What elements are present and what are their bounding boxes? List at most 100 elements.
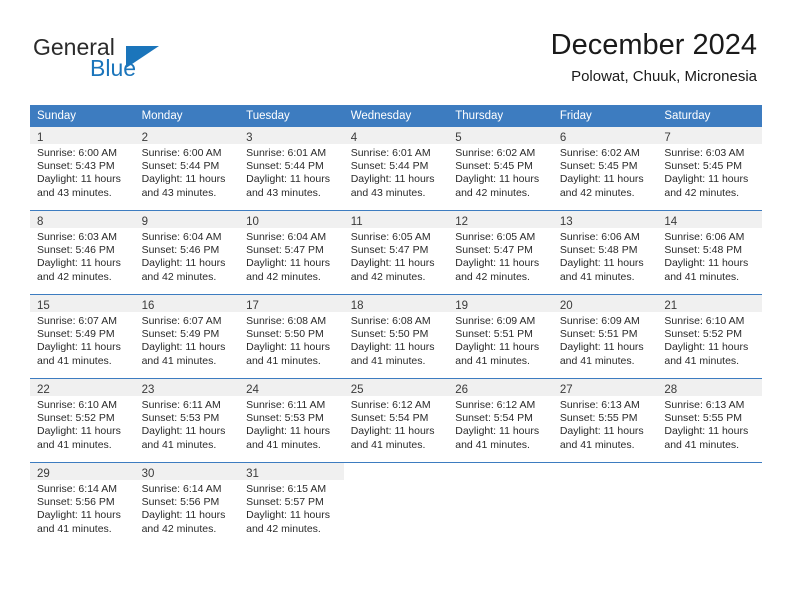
day-number-band: 4 <box>343 127 449 144</box>
day-number: 11 <box>350 216 363 228</box>
day-cell-inner: 8 Sunrise: 6:03 AM Sunset: 5:46 PM Daylig… <box>30 211 135 294</box>
calendar-day-cell[interactable]: 31 Sunrise: 6:15 AM Sunset: 5:57 PM Dayli… <box>239 462 344 546</box>
calendar-day-cell[interactable]: 27 Sunrise: 6:13 AM Sunset: 5:55 PM Dayli… <box>552 378 658 463</box>
day-number: 13 <box>559 216 573 228</box>
sun-times-text: Sunrise: 6:11 AM Sunset: 5:53 PM Dayligh… <box>141 399 226 451</box>
day-number: 29 <box>37 468 50 480</box>
day-number-band: 13 <box>552 211 658 228</box>
day-number: 8 <box>37 216 44 228</box>
calendar-day-cell[interactable]: 14 Sunrise: 6:06 AM Sunset: 5:48 PM Dayli… <box>657 210 762 295</box>
calendar-day-cell[interactable]: 25 Sunrise: 6:12 AM Sunset: 5:54 PM Dayli… <box>343 378 449 463</box>
sun-times-text: Sunrise: 6:03 AM Sunset: 5:45 PM Dayligh… <box>664 147 749 199</box>
day-number-band: 6 <box>552 127 658 144</box>
day-number-band: 16 <box>134 295 240 312</box>
calendar-week-row: 22 Sunrise: 6:10 AM Sunset: 5:52 PM Dayli… <box>30 378 762 463</box>
day-number: 30 <box>141 468 155 480</box>
calendar-day-cell[interactable]: 17 Sunrise: 6:08 AM Sunset: 5:50 PM Dayli… <box>239 294 344 379</box>
sun-times-text: Sunrise: 6:04 AM Sunset: 5:47 PM Dayligh… <box>246 231 330 283</box>
sun-times-text: Sunrise: 6:00 AM Sunset: 5:44 PM Dayligh… <box>141 147 226 199</box>
day-number: 5 <box>455 132 462 144</box>
calendar-empty-cell <box>448 462 553 546</box>
day-cell-inner: 16 Sunrise: 6:07 AM Sunset: 5:49 PM Dayli… <box>134 295 240 378</box>
calendar-day-cell[interactable]: 20 Sunrise: 6:09 AM Sunset: 5:51 PM Dayli… <box>552 294 658 379</box>
sun-times-text: Sunrise: 6:15 AM Sunset: 5:57 PM Dayligh… <box>246 483 330 535</box>
calendar-day-cell[interactable]: 15 Sunrise: 6:07 AM Sunset: 5:49 PM Dayli… <box>30 294 135 379</box>
day-number-band: 5 <box>448 127 553 144</box>
sun-times-text: Sunrise: 6:02 AM Sunset: 5:45 PM Dayligh… <box>455 147 540 199</box>
day-number-band: 20 <box>552 295 658 312</box>
day-number-band: 14 <box>657 211 762 228</box>
weekday-header-tuesday: Tuesday <box>239 105 344 127</box>
day-cell-inner: 18 Sunrise: 6:08 AM Sunset: 5:50 PM Dayli… <box>343 295 449 378</box>
day-number: 7 <box>664 132 671 144</box>
calendar-day-cell[interactable]: 28 Sunrise: 6:13 AM Sunset: 5:55 PM Dayli… <box>657 378 762 463</box>
day-cell-inner: 17 Sunrise: 6:08 AM Sunset: 5:50 PM Dayli… <box>239 295 344 378</box>
day-number-band: 27 <box>552 379 658 396</box>
calendar-page: General Blue December 2024 Polowat, Chuu… <box>0 0 792 612</box>
calendar-day-cell[interactable]: 23 Sunrise: 6:11 AM Sunset: 5:53 PM Dayli… <box>134 378 240 463</box>
day-number-band: 8 <box>30 211 135 228</box>
day-number-band: 30 <box>134 463 240 480</box>
day-number-band: 26 <box>448 379 553 396</box>
calendar-day-cell[interactable]: 16 Sunrise: 6:07 AM Sunset: 5:49 PM Dayli… <box>134 294 240 379</box>
calendar-week-row: 8 Sunrise: 6:03 AM Sunset: 5:46 PM Daylig… <box>30 210 762 295</box>
calendar-table: Sunday Monday Tuesday Wednesday Thursday… <box>30 105 762 546</box>
calendar-day-cell[interactable]: 18 Sunrise: 6:08 AM Sunset: 5:50 PM Dayli… <box>343 294 449 379</box>
calendar-day-cell[interactable]: 6 Sunrise: 6:02 AM Sunset: 5:45 PM Daylig… <box>552 126 658 211</box>
day-cell-inner: 19 Sunrise: 6:09 AM Sunset: 5:51 PM Dayli… <box>448 295 553 378</box>
sun-times-text: Sunrise: 6:13 AM Sunset: 5:55 PM Dayligh… <box>664 399 749 451</box>
weekday-header-wednesday: Wednesday <box>343 105 449 127</box>
calendar-empty-cell <box>657 462 762 546</box>
calendar-day-cell[interactable]: 26 Sunrise: 6:12 AM Sunset: 5:54 PM Dayli… <box>448 378 553 463</box>
day-number: 23 <box>141 384 155 396</box>
day-cell-inner: 31 Sunrise: 6:15 AM Sunset: 5:57 PM Dayli… <box>239 463 344 546</box>
day-cell-inner: 24 Sunrise: 6:11 AM Sunset: 5:53 PM Dayli… <box>239 379 344 462</box>
calendar-day-cell[interactable]: 24 Sunrise: 6:11 AM Sunset: 5:53 PM Dayli… <box>239 378 344 463</box>
sun-times-text: Sunrise: 6:04 AM Sunset: 5:46 PM Dayligh… <box>141 231 226 283</box>
empty-band <box>448 463 553 480</box>
sun-times-text: Sunrise: 6:12 AM Sunset: 5:54 PM Dayligh… <box>350 399 435 451</box>
day-cell-inner: 20 Sunrise: 6:09 AM Sunset: 5:51 PM Dayli… <box>552 295 658 378</box>
calendar-day-cell[interactable]: 1 Sunrise: 6:00 AM Sunset: 5:43 PM Daylig… <box>30 126 135 211</box>
calendar-empty-cell <box>343 462 449 546</box>
calendar-week-row: 1 Sunrise: 6:00 AM Sunset: 5:43 PM Daylig… <box>30 126 762 211</box>
calendar-day-cell[interactable]: 11 Sunrise: 6:05 AM Sunset: 5:47 PM Dayli… <box>343 210 449 295</box>
empty-band <box>657 463 762 480</box>
calendar-day-cell[interactable]: 30 Sunrise: 6:14 AM Sunset: 5:56 PM Dayli… <box>134 462 240 546</box>
calendar-day-cell[interactable]: 10 Sunrise: 6:04 AM Sunset: 5:47 PM Dayli… <box>239 210 344 295</box>
day-number: 4 <box>350 132 358 144</box>
day-number-band: 28 <box>657 379 762 396</box>
day-number-band: 2 <box>134 127 240 144</box>
day-cell-inner: 26 Sunrise: 6:12 AM Sunset: 5:54 PM Dayli… <box>448 379 553 462</box>
calendar-day-cell[interactable]: 3 Sunrise: 6:01 AM Sunset: 5:44 PM Daylig… <box>239 126 344 211</box>
calendar-day-cell[interactable]: 12 Sunrise: 6:05 AM Sunset: 5:47 PM Dayli… <box>448 210 553 295</box>
sun-times-text: Sunrise: 6:12 AM Sunset: 5:54 PM Dayligh… <box>455 399 540 451</box>
empty-band <box>552 463 658 480</box>
day-number-band: 11 <box>343 211 449 228</box>
day-cell-inner: 6 Sunrise: 6:02 AM Sunset: 5:45 PM Daylig… <box>552 127 658 210</box>
calendar-day-cell[interactable]: 9 Sunrise: 6:04 AM Sunset: 5:46 PM Daylig… <box>134 210 240 295</box>
day-number: 9 <box>141 216 148 228</box>
day-number: 22 <box>37 384 50 396</box>
sun-times-text: Sunrise: 6:05 AM Sunset: 5:47 PM Dayligh… <box>350 231 435 283</box>
calendar-day-cell[interactable]: 8 Sunrise: 6:03 AM Sunset: 5:46 PM Daylig… <box>30 210 135 295</box>
day-number-band: 24 <box>239 379 344 396</box>
calendar-day-cell[interactable]: 22 Sunrise: 6:10 AM Sunset: 5:52 PM Dayli… <box>30 378 135 463</box>
sun-times-text: Sunrise: 6:09 AM Sunset: 5:51 PM Dayligh… <box>559 315 644 367</box>
calendar-day-cell[interactable]: 13 Sunrise: 6:06 AM Sunset: 5:48 PM Dayli… <box>552 210 658 295</box>
calendar-day-cell[interactable]: 29 Sunrise: 6:14 AM Sunset: 5:56 PM Dayli… <box>30 462 135 546</box>
day-cell-inner <box>657 463 762 546</box>
calendar-day-cell[interactable]: 2 Sunrise: 6:00 AM Sunset: 5:44 PM Daylig… <box>134 126 240 211</box>
day-number-band: 12 <box>448 211 553 228</box>
day-cell-inner: 14 Sunrise: 6:06 AM Sunset: 5:48 PM Dayli… <box>657 211 762 294</box>
sun-times-text: Sunrise: 6:11 AM Sunset: 5:53 PM Dayligh… <box>246 399 330 451</box>
calendar-day-cell[interactable]: 5 Sunrise: 6:02 AM Sunset: 5:45 PM Daylig… <box>448 126 553 211</box>
calendar-day-cell[interactable]: 4 Sunrise: 6:01 AM Sunset: 5:44 PM Daylig… <box>343 126 449 211</box>
calendar-day-cell[interactable]: 7 Sunrise: 6:03 AM Sunset: 5:45 PM Daylig… <box>657 126 762 211</box>
weekday-header-thursday: Thursday <box>448 105 553 127</box>
day-cell-inner <box>343 463 449 546</box>
calendar-day-cell[interactable]: 21 Sunrise: 6:10 AM Sunset: 5:52 PM Dayli… <box>657 294 762 379</box>
day-number-band: 22 <box>30 379 135 396</box>
sun-times-text: Sunrise: 6:14 AM Sunset: 5:56 PM Dayligh… <box>141 483 226 535</box>
calendar-day-cell[interactable]: 19 Sunrise: 6:09 AM Sunset: 5:51 PM Dayli… <box>448 294 553 379</box>
